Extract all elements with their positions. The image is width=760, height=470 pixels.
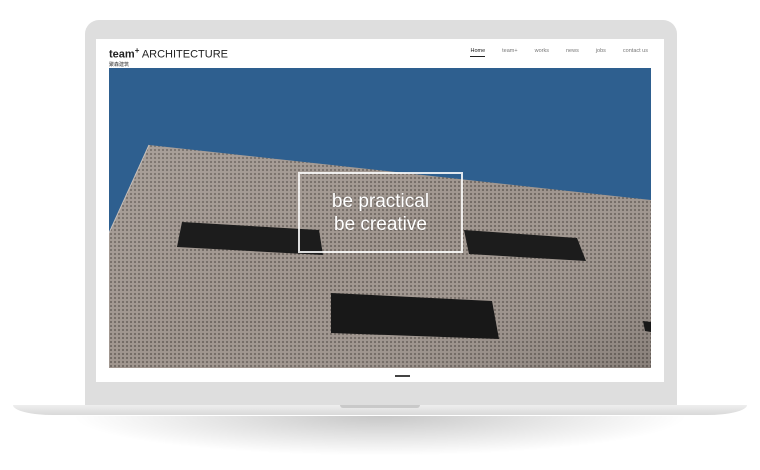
nav-item-news[interactable]: news <box>566 48 579 57</box>
site-header: team+ ARCHITECTURE 聚森建筑 Home team+ works… <box>96 39 664 68</box>
nav-item-works[interactable]: works <box>535 48 549 57</box>
logo-subtitle: 聚森建筑 <box>109 61 130 68</box>
nav-item-home[interactable]: Home <box>470 48 486 57</box>
nav-item-team[interactable]: team+ <box>502 48 517 57</box>
logo-plus-mark: + <box>134 46 140 55</box>
nav-item-contact[interactable]: contact us <box>623 48 648 57</box>
logo-suffix: ARCHITECTURE <box>141 48 228 61</box>
slider-indicator[interactable] <box>395 375 410 377</box>
tagline-box: be practical be creative <box>298 172 463 253</box>
laptop-shadow <box>70 416 690 456</box>
laptop-notch <box>340 405 420 408</box>
site-logo[interactable]: team+ ARCHITECTURE 聚森建筑 <box>109 45 228 68</box>
tagline-line-1: be practical <box>331 190 430 212</box>
nav-item-jobs[interactable]: jobs <box>596 48 606 57</box>
logo-wordmark: team+ ARCHITECTURE <box>109 45 228 61</box>
main-nav: Home team+ works news jobs contact us <box>453 48 648 57</box>
logo-brand: team <box>109 48 135 61</box>
hero-slide[interactable]: be practical be creative <box>109 68 651 368</box>
laptop-screen: team+ ARCHITECTURE 聚森建筑 Home team+ works… <box>96 39 664 382</box>
tagline-line-2: be creative <box>334 213 427 235</box>
